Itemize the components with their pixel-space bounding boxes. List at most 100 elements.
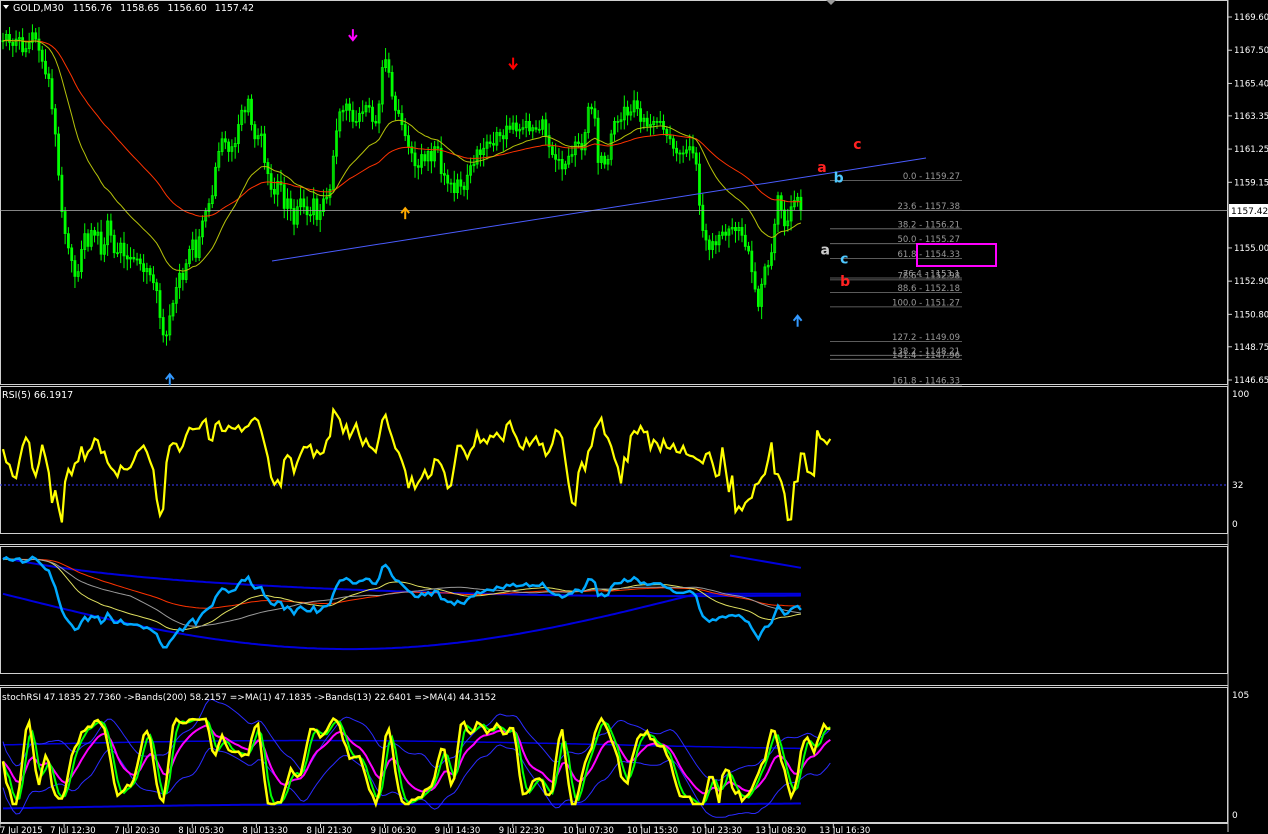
stoch-tick-0: 0 [1232, 811, 1238, 821]
wave-label: b [834, 170, 844, 186]
candle-body [57, 133, 60, 176]
candle-body [367, 105, 371, 108]
candle-body [194, 239, 198, 258]
candle-body [371, 106, 374, 122]
price-tick-label: 1150.80 [1234, 310, 1268, 320]
candle-body [429, 150, 433, 162]
rsi-tick-0: 0 [1232, 520, 1238, 530]
candle-body [315, 198, 319, 220]
candle-body [515, 122, 518, 132]
bands-panel [2, 554, 802, 651]
candle-body [753, 271, 757, 290]
candle-body [161, 317, 165, 336]
stoch-panel: stochRSI 47.1835 27.7360 ->Bands(200) 58… [1, 691, 1249, 821]
main-panel: 0.0 - 1159.27 23.6 - 1157.38 38.2 - 1156.2… [0, 0, 1268, 387]
candle-body [142, 263, 146, 273]
wave-label: a [817, 160, 826, 176]
rsi-tick-32: 32 [1232, 481, 1243, 491]
candle-body [351, 109, 355, 122]
candle-body [478, 149, 482, 155]
candle-body [40, 49, 44, 62]
candle-body [86, 233, 90, 247]
candle-body [783, 209, 786, 227]
candle-body [93, 230, 96, 236]
wave-label: a [821, 242, 830, 258]
price-tick-label: 1163.35 [1234, 112, 1268, 122]
candle-body [704, 230, 708, 241]
bands-main-line [2, 555, 802, 649]
candle-body [446, 174, 450, 184]
time-axis: 7 Jul 2015 7 Jul 12:30 7 Jul 20:30 8 Jul 05… [0, 824, 870, 834]
stoch-band-200-bottom [3, 802, 801, 810]
candle-body [560, 158, 564, 170]
candle-body [109, 220, 113, 236]
candle-body [181, 272, 185, 280]
candle-body [501, 135, 505, 140]
header: GOLD,M30 1156.76 1158.65 1156.60 1157.42 [3, 0, 836, 14]
candle-body [44, 60, 47, 75]
time-tick-label: 10 Jul 23:30 [691, 826, 742, 834]
candle-body [99, 231, 103, 255]
open-value: 1156.76 [73, 3, 112, 14]
candle-body [387, 59, 391, 73]
rsi-panel: RSI(5) 66.1917 100 32 0 [0, 390, 1249, 530]
fib-level-label: 88.6 - 1152.18 [897, 284, 960, 294]
candle-body [11, 41, 15, 46]
price-tick-label: 1152.90 [1234, 277, 1268, 287]
candle-body [132, 256, 136, 260]
wave-label: b [840, 274, 850, 290]
candle-body [67, 233, 70, 249]
low-value: 1156.60 [167, 3, 206, 14]
arrow-down-icon [508, 57, 518, 71]
candle-body [289, 198, 293, 209]
candle-body [47, 73, 51, 80]
time-tick-label: 7 Jul 2015 [0, 826, 43, 834]
candle-body [662, 121, 665, 130]
signal-arrows [164, 29, 803, 386]
stoch-band-13-upper [2, 698, 831, 781]
candle-body [636, 100, 639, 110]
stoch-panel-frame [0, 687, 1228, 823]
bands-upper [2, 556, 801, 598]
high-value: 1158.65 [120, 3, 159, 14]
candle-body [603, 155, 607, 165]
candle-body [272, 188, 276, 195]
time-tick-label: 8 Jul 21:30 [307, 826, 353, 834]
candle-body [122, 242, 126, 257]
candle-body [747, 245, 750, 252]
candle-body [243, 109, 247, 113]
candle-body [590, 106, 593, 110]
arrow-up-icon [400, 206, 410, 220]
candle-body [112, 234, 116, 254]
candle-body [508, 125, 512, 130]
candle-body [442, 173, 446, 176]
candle-body [740, 226, 744, 236]
candle-body [498, 132, 502, 137]
fib-level-label: 23.6 - 1157.38 [897, 202, 960, 212]
time-tick-label: 8 Jul 13:30 [242, 826, 288, 834]
arrow-up-icon [792, 314, 803, 327]
candle-body [544, 119, 548, 137]
fib-level-label: 38.2 - 1156.21 [897, 220, 960, 230]
arrow-down-icon [348, 29, 358, 42]
candle-body [593, 108, 597, 119]
fib-level-label: 141.4 - 1147.96 [892, 351, 960, 361]
wave-label: c [840, 252, 848, 268]
price-tick-label: 1148.75 [1234, 343, 1268, 353]
time-tick-label: 9 Jul 14:30 [435, 826, 481, 834]
candle-body [743, 234, 747, 247]
candle-body [125, 255, 129, 260]
main-panel-frame [0, 0, 1228, 385]
candle-body [707, 239, 711, 250]
candle-body [407, 135, 410, 148]
candle-body [400, 113, 404, 126]
stoch-label: stochRSI 47.1835 27.7360 ->Bands(200) 58… [2, 693, 496, 703]
candle-body [263, 133, 267, 163]
trading-chart[interactable]: 0.0 - 1159.27 23.6 - 1157.38 38.2 - 1156.2… [0, 0, 1268, 834]
candle-body [436, 146, 440, 149]
candle-body [462, 185, 466, 190]
candle-body [694, 152, 698, 165]
price-tick-label: 1169.60 [1234, 13, 1268, 23]
candle-body [348, 103, 352, 111]
candle-body [691, 146, 695, 154]
